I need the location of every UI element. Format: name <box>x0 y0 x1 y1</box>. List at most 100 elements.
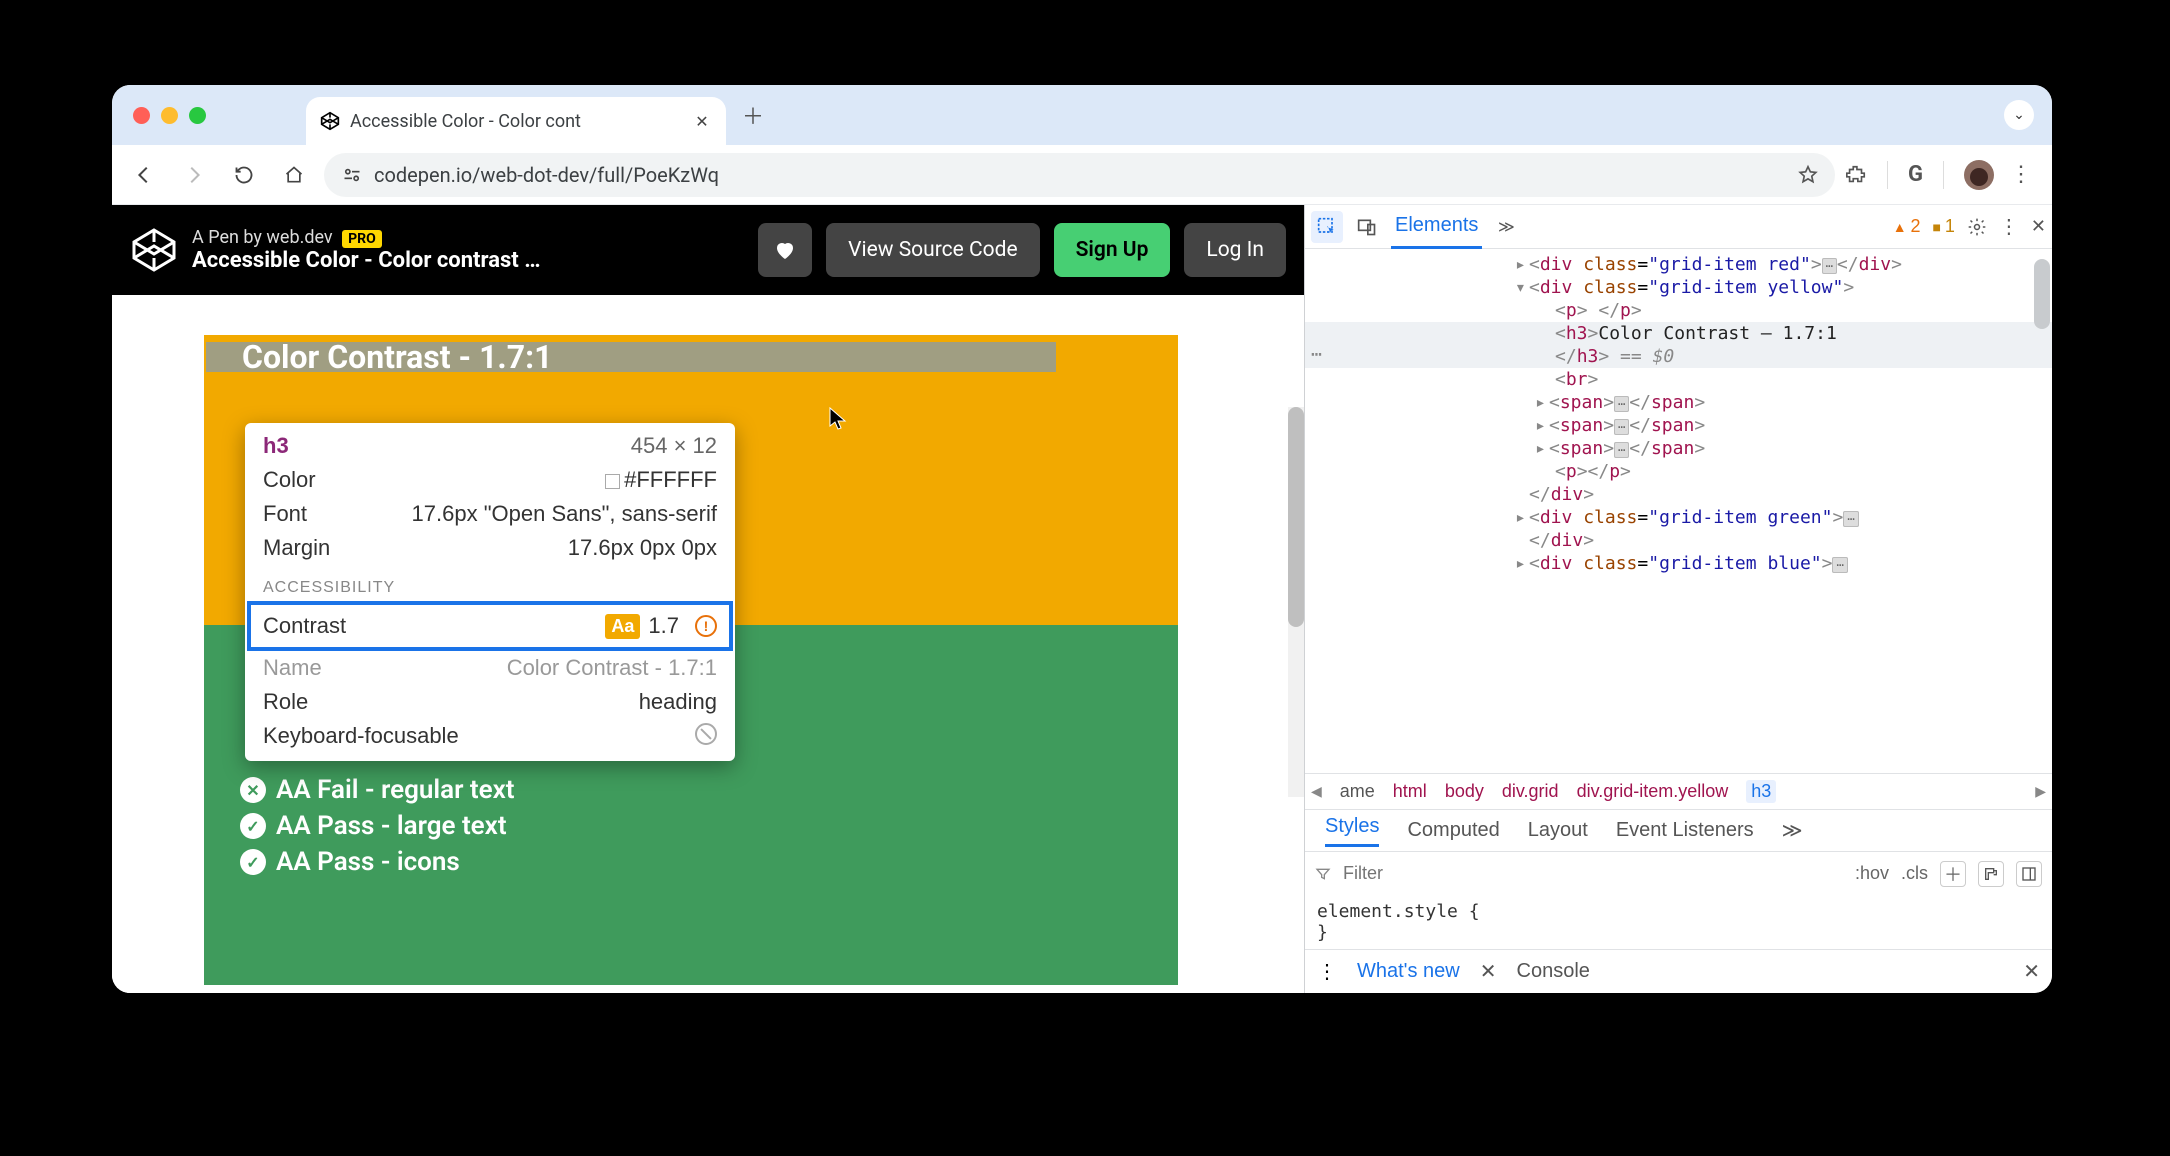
url-text: codepen.io/web-dot-dev/full/PoeKzWq <box>374 163 1787 187</box>
back-button[interactable] <box>124 155 164 195</box>
sign-up-button[interactable]: Sign Up <box>1054 223 1171 277</box>
new-tab-button[interactable]: ＋ <box>736 98 770 132</box>
home-button[interactable] <box>274 155 314 195</box>
tooltip-dimensions: 454 × 12 <box>631 433 717 459</box>
crumb[interactable]: div.grid-item.yellow <box>1577 781 1729 802</box>
page-body: Color Contrast - 1.7:1 AA Fail - regular… <box>112 295 1304 993</box>
content-split: A Pen by web.dev PRO Accessible Color - … <box>112 205 2052 993</box>
whats-new-tab[interactable]: What's new <box>1357 960 1460 983</box>
profile-avatar[interactable] <box>1964 160 1994 190</box>
kebab-icon[interactable]: ⋮ <box>1999 214 2019 239</box>
warning-icon: ! <box>695 615 717 637</box>
star-icon[interactable] <box>1797 164 1819 186</box>
row-key: Role <box>263 689 308 715</box>
pass-icon <box>240 813 266 839</box>
row-key: Keyboard-focusable <box>263 723 459 749</box>
row-key: Margin <box>263 535 330 561</box>
crumb[interactable]: html <box>1393 781 1427 802</box>
menu-icon[interactable]: ⋮ <box>2010 162 2032 187</box>
settings-icon[interactable] <box>1967 217 1987 237</box>
codepen-favicon-icon <box>320 111 340 131</box>
color-swatch-icon <box>605 474 620 489</box>
collapse-dots-icon[interactable]: ⋯ <box>1311 344 1322 365</box>
cls-toggle[interactable]: .cls <box>1901 863 1928 884</box>
codepen-meta: A Pen by web.dev PRO Accessible Color - … <box>192 227 744 273</box>
element-inspector-tooltip: h3 454 × 12 Color#FFFFFF Font17.6px "Ope… <box>245 423 735 761</box>
tab-close-button[interactable]: ✕ <box>692 111 712 131</box>
google-icon[interactable]: G <box>1908 162 1923 187</box>
byline: A Pen by web.dev PRO <box>192 227 744 248</box>
row-key: Font <box>263 501 307 527</box>
reload-button[interactable] <box>224 155 264 195</box>
page-viewport: A Pen by web.dev PRO Accessible Color - … <box>112 205 1304 993</box>
hov-toggle[interactable]: :hov <box>1855 863 1889 884</box>
list-item: AA Pass - icons <box>240 847 515 877</box>
error-chip[interactable]: 2 <box>1893 216 1921 237</box>
window-minimize-button[interactable] <box>161 107 178 124</box>
drawer-close-icon[interactable]: ✕ <box>2023 959 2040 984</box>
browser-tab[interactable]: Accessible Color - Color cont ✕ <box>306 97 726 145</box>
forward-button[interactable] <box>174 155 214 195</box>
layout-tab[interactable]: Layout <box>1528 819 1588 842</box>
pen-title: Accessible Color - Color contrast … <box>192 248 744 273</box>
codepen-logo-icon[interactable] <box>130 226 178 274</box>
tabs-chevron-button[interactable]: ⌄ <box>2004 100 2034 130</box>
devtools-panel: Elements ≫ 2 1 ⋮ ✕ ▸<div class="grid-ite… <box>1304 205 2052 993</box>
item-text: AA Fail - regular text <box>276 775 515 805</box>
more-tabs-icon[interactable]: ≫ <box>1490 211 1522 243</box>
more-tabs-icon[interactable]: ≫ <box>1782 818 1803 843</box>
dom-tree[interactable]: ▸<div class="grid-item red">⋯</div> ▾<di… <box>1305 249 2052 773</box>
dom-breadcrumb[interactable]: ◀ ame html body div.grid div.grid-item.y… <box>1305 773 2052 809</box>
tooltip-section: ACCESSIBILITY <box>245 565 735 601</box>
styles-body[interactable]: element.style { } <box>1305 895 2052 949</box>
view-source-button[interactable]: View Source Code <box>826 223 1040 277</box>
scrollbar-thumb[interactable] <box>1288 407 1304 627</box>
crumb[interactable]: ame <box>1340 781 1375 802</box>
breadcrumb-left-icon[interactable]: ◀ <box>1311 783 1322 800</box>
inspect-element-icon[interactable] <box>1311 211 1343 243</box>
contrast-label: Contrast <box>263 613 346 639</box>
cursor-icon <box>829 407 847 431</box>
list-item: AA Pass - large text <box>240 811 515 841</box>
crumb[interactable]: body <box>1445 781 1484 802</box>
devtools-close-icon[interactable]: ✕ <box>2031 216 2046 237</box>
computed-tab[interactable]: Computed <box>1407 819 1499 842</box>
tooltip-tag: h3 <box>263 433 289 459</box>
dom-scrollbar-thumb[interactable] <box>2034 259 2050 329</box>
byline-prefix: A Pen by <box>192 227 266 248</box>
love-button[interactable] <box>758 223 812 277</box>
styles-tab[interactable]: Styles <box>1325 815 1379 847</box>
crumb[interactable]: h3 <box>1746 780 1776 803</box>
selected-dom-node[interactable]: <h3>Color Contrast – 1.7:1 <box>1305 322 2052 345</box>
tab-title: Accessible Color - Color cont <box>350 111 682 132</box>
filter-input[interactable] <box>1343 863 1843 884</box>
devtools-tabs: Elements ≫ 2 1 ⋮ ✕ <box>1305 205 2052 249</box>
device-toggle-icon[interactable] <box>1351 211 1383 243</box>
extensions-icon[interactable] <box>1845 164 1867 186</box>
site-settings-icon[interactable] <box>340 166 364 184</box>
paint-icon[interactable] <box>1978 861 2004 887</box>
crumb[interactable]: div.grid <box>1502 781 1559 802</box>
window-close-button[interactable] <box>133 107 150 124</box>
window-zoom-button[interactable] <box>189 107 206 124</box>
console-tab[interactable]: Console <box>1517 960 1590 983</box>
styles-filter-bar: :hov .cls ＋ <box>1305 851 2052 895</box>
event-listeners-tab[interactable]: Event Listeners <box>1616 819 1754 842</box>
pro-badge: PRO <box>342 230 382 248</box>
elements-tab[interactable]: Elements <box>1391 205 1482 249</box>
computed-panel-icon[interactable] <box>2016 861 2042 887</box>
row-val: 17.6px "Open Sans", sans-serif <box>412 501 717 527</box>
page-scrollbar[interactable] <box>1288 407 1304 797</box>
issue-chip[interactable]: 1 <box>1933 216 1955 237</box>
row-key: Color <box>263 467 316 493</box>
toolbar-right: G ⋮ <box>1845 160 2040 190</box>
byline-author[interactable]: web.dev <box>266 227 332 248</box>
yellow-heading: Color Contrast - 1.7:1 <box>242 338 552 376</box>
breadcrumb-right-icon[interactable]: ▶ <box>2035 783 2046 800</box>
address-bar[interactable]: codepen.io/web-dot-dev/full/PoeKzWq <box>324 153 1835 197</box>
green-items: AA Fail - regular text AA Pass - large t… <box>240 769 515 883</box>
log-in-button[interactable]: Log In <box>1184 223 1286 277</box>
drawer-menu-icon[interactable]: ⋮ <box>1317 959 1337 984</box>
whats-new-close-icon[interactable]: ✕ <box>1480 959 1497 984</box>
new-style-icon[interactable]: ＋ <box>1940 861 1966 887</box>
